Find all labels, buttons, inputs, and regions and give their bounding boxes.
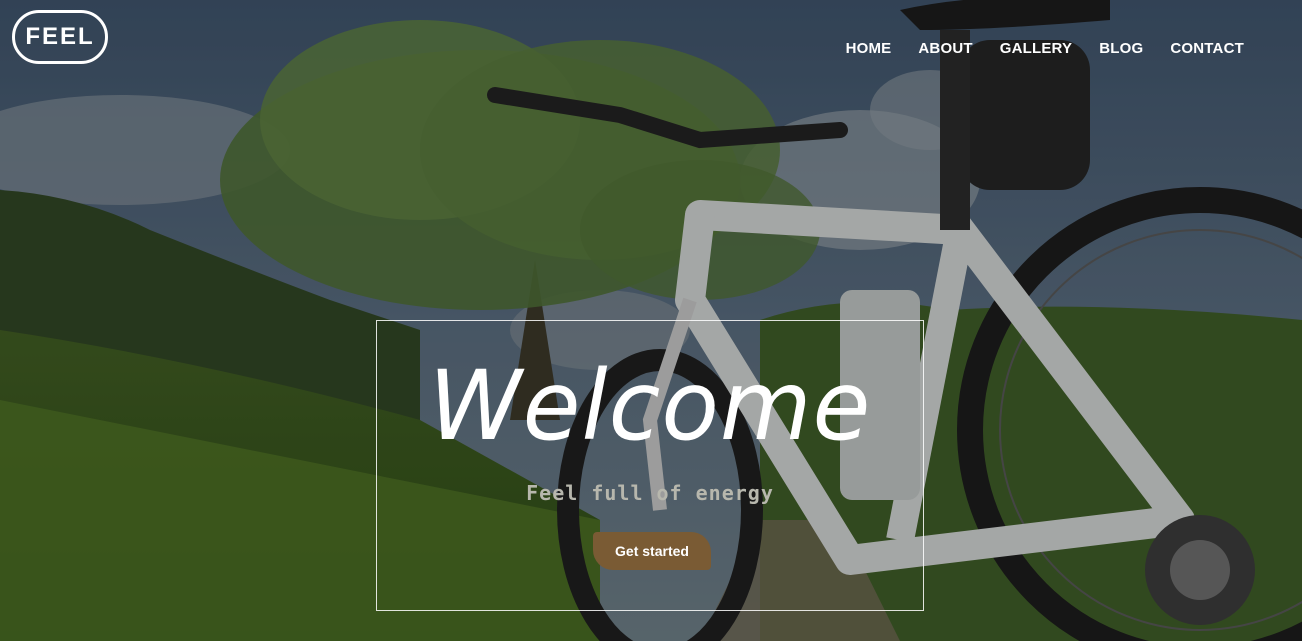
nav-item-home[interactable]: HOME — [846, 40, 892, 58]
nav-item-about[interactable]: ABOUT — [918, 40, 972, 58]
nav-item-gallery[interactable]: GALLERY — [1000, 40, 1073, 58]
main-nav: HOME ABOUT GALLERY BLOG CONTACT — [819, 40, 1244, 58]
nav-item-contact[interactable]: CONTACT — [1170, 40, 1244, 58]
welcome-subtitle: Feel full of energy — [526, 481, 774, 505]
nav-item-blog[interactable]: BLOG — [1099, 40, 1143, 58]
logo-text: FEEL — [25, 23, 95, 50]
site-logo[interactable]: FEEL — [12, 10, 108, 64]
welcome-box: Welcome Feel full of energy Get started — [376, 320, 924, 611]
get-started-button[interactable]: Get started — [593, 532, 711, 570]
welcome-title: Welcome — [428, 350, 872, 462]
